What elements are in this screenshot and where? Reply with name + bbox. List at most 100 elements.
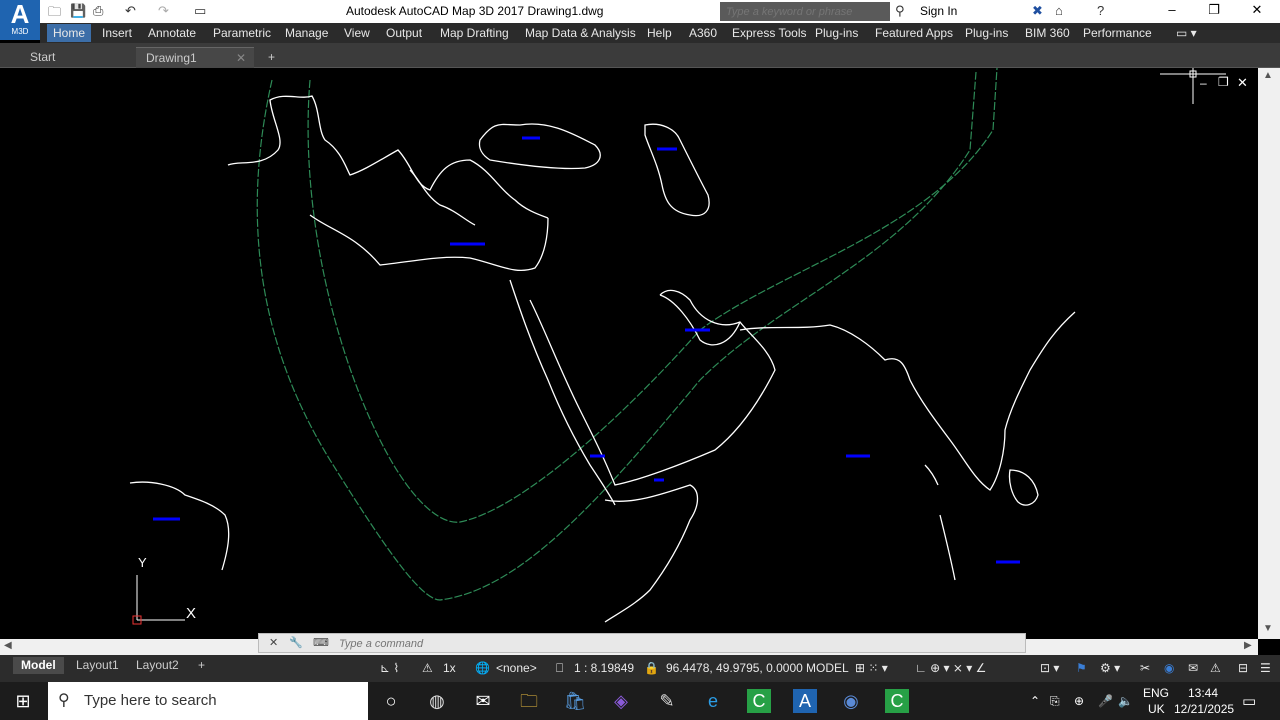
viewport-scale[interactable]: 1 : 8.19849	[574, 661, 634, 675]
exchange-apps-icon[interactable]: ✖	[1032, 3, 1043, 20]
tab-drawing1[interactable]: Drawing1 ✕	[136, 47, 254, 68]
model-space-button[interactable]: MODEL	[806, 661, 849, 675]
restore-button[interactable]: ❐	[1194, 2, 1234, 21]
tab-featured-apps[interactable]: Featured Apps	[875, 26, 953, 40]
tab-plug-ins-2[interactable]: Plug-ins	[965, 26, 1008, 40]
command-input[interactable]	[339, 636, 999, 651]
tab-express-tools[interactable]: Express Tools	[732, 26, 806, 40]
tab-home[interactable]: Home	[47, 24, 92, 42]
grid-icon[interactable]: ⊞ ⁙ ▾	[855, 661, 888, 675]
tray-chevron-icon[interactable]: ⌃	[1030, 694, 1040, 708]
search-input[interactable]	[720, 2, 890, 21]
tab-output[interactable]: Output	[386, 26, 422, 40]
isolate-objects-icon[interactable]: ✂	[1140, 661, 1150, 675]
taskbar-search-box[interactable]: ⚲ Type here to search	[48, 682, 368, 720]
scroll-right-icon[interactable]: ▶	[1244, 640, 1252, 651]
tab-model[interactable]: Model	[13, 657, 64, 674]
binoculars-icon[interactable]: ⚲	[895, 3, 905, 20]
scroll-down-icon[interactable]: ▼	[1263, 623, 1273, 634]
paint-icon[interactable]: ✎	[655, 689, 679, 713]
clean-screen-icon[interactable]: ⊟	[1238, 661, 1248, 675]
network-devices-icon[interactable]: ⎘	[1050, 694, 1060, 709]
sign-in-button[interactable]: Sign In	[920, 4, 957, 18]
annotation-visibility-icon[interactable]: ⚑	[1076, 661, 1087, 675]
workspace-icon[interactable]: ⊡ ▾	[1040, 661, 1059, 675]
tab-layout1[interactable]: Layout1	[68, 657, 127, 674]
annotation-scale-icon[interactable]: ⚠	[422, 661, 433, 675]
tab-insert[interactable]: Insert	[102, 26, 132, 40]
scale-factor[interactable]: 1x	[443, 661, 456, 675]
share-icon[interactable]: ▭	[194, 3, 206, 20]
coord-system-value[interactable]: <none>	[496, 661, 537, 675]
help-icon[interactable]: ?	[1097, 3, 1104, 20]
autocad-taskbar-icon[interactable]: A	[793, 689, 817, 713]
tab-layout2[interactable]: Layout2	[128, 657, 187, 674]
clock-time[interactable]: 13:44	[1188, 686, 1218, 700]
customize-command-icon[interactable]: 🔧	[289, 636, 303, 649]
new-tab-icon[interactable]: +	[258, 47, 285, 68]
edge-icon[interactable]: e	[701, 689, 725, 713]
microphone-icon[interactable]: 🎤	[1098, 694, 1113, 708]
map-3d-icon[interactable]: ◉	[839, 689, 863, 713]
cursor-coordinates[interactable]: 96.4478, 49.9795, 0.0000	[666, 661, 803, 675]
tab-help[interactable]: Help	[647, 26, 672, 40]
hardware-acceleration-icon[interactable]: ◉	[1164, 661, 1174, 675]
tab-bim-360[interactable]: BIM 360	[1025, 26, 1070, 40]
close-button[interactable]: ✕	[1237, 2, 1277, 21]
camtasia-recorder-icon[interactable]: C	[885, 689, 909, 713]
minimize-button[interactable]: –	[1152, 2, 1192, 21]
file-explorer-icon[interactable]: 🗀	[517, 689, 541, 713]
clock-date[interactable]: 12/21/2025	[1174, 702, 1234, 716]
application-menu-button[interactable]: A M3D	[0, 0, 40, 40]
close-tab-icon[interactable]: ✕	[236, 51, 246, 65]
tab-start[interactable]: Start	[20, 47, 65, 68]
settings-icon[interactable]: ⚙ ▾	[1100, 661, 1120, 675]
tab-parametric[interactable]: Parametric	[213, 26, 271, 40]
tab-plug-ins[interactable]: Plug-ins	[815, 26, 858, 40]
lock-icon[interactable]: 🔒	[644, 661, 659, 675]
globe-app-icon[interactable]: ◍	[425, 689, 449, 713]
tab-a360[interactable]: A360	[689, 26, 717, 40]
drawing-canvas[interactable]: Y X – ❐ ✕	[0, 67, 1258, 639]
snap-icons[interactable]: ⊾ ⌇	[380, 661, 399, 675]
mail-icon[interactable]: ✉	[471, 689, 495, 713]
window-title: Autodesk AutoCAD Map 3D 2017 Drawing1.dw…	[346, 4, 604, 18]
viewport-close-icon[interactable]: ✕	[1237, 75, 1248, 91]
vertical-scrollbar[interactable]: ▲ ▼	[1258, 68, 1280, 639]
tab-view[interactable]: View	[344, 26, 370, 40]
undo-icon[interactable]: ↶	[125, 3, 136, 20]
camtasia-icon[interactable]: C	[747, 689, 771, 713]
language-bottom[interactable]: UK	[1148, 702, 1165, 716]
ortho-icon[interactable]: ∟ ⊕ ▾ ⨯ ▾ ∠	[915, 661, 986, 675]
lightbulb-icon[interactable]: ✉	[1188, 661, 1198, 675]
cortana-icon[interactable]: ○	[379, 689, 403, 713]
warning-icon[interactable]: ⚠	[1210, 661, 1221, 675]
save-icon[interactable]: 💾	[70, 3, 86, 20]
scroll-up-icon[interactable]: ▲	[1263, 70, 1273, 81]
autodesk-a360-icon[interactable]: ⌂	[1055, 3, 1063, 20]
scale-icon[interactable]: ⎕	[556, 661, 563, 676]
customization-menu-icon[interactable]: ☰	[1260, 661, 1271, 675]
tab-map-data-analysis[interactable]: Map Data & Analysis	[525, 26, 636, 40]
print-icon[interactable]: ⎙	[93, 3, 103, 20]
redo-icon[interactable]: ↷	[158, 3, 169, 20]
notifications-icon[interactable]: ▭	[1242, 692, 1256, 710]
maps-icon[interactable]: ◈	[609, 689, 633, 713]
viewport-restore-icon[interactable]: ❐	[1218, 75, 1229, 89]
close-command-icon[interactable]: ✕	[269, 636, 278, 649]
viewport-minimize-icon[interactable]: –	[1200, 76, 1207, 90]
add-layout-icon[interactable]: +	[190, 657, 213, 674]
open-folder-icon[interactable]: 🗀	[48, 3, 61, 20]
tab-manage[interactable]: Manage	[285, 26, 328, 40]
coord-system-icon[interactable]: 🌐	[475, 661, 490, 675]
tab-performance[interactable]: Performance	[1083, 26, 1152, 40]
windows-start-icon[interactable]: ⊞	[11, 689, 35, 713]
store-icon[interactable]: 🛍	[563, 689, 587, 713]
scroll-left-icon[interactable]: ◀	[4, 640, 12, 651]
ribbon-options-icon[interactable]: ▭ ▾	[1176, 26, 1197, 40]
volume-icon[interactable]: 🔈	[1118, 694, 1133, 708]
tab-annotate[interactable]: Annotate	[148, 26, 196, 40]
language-top[interactable]: ENG	[1143, 686, 1169, 700]
network-icon[interactable]: ⊕	[1074, 694, 1084, 708]
tab-map-drafting[interactable]: Map Drafting	[440, 26, 509, 40]
